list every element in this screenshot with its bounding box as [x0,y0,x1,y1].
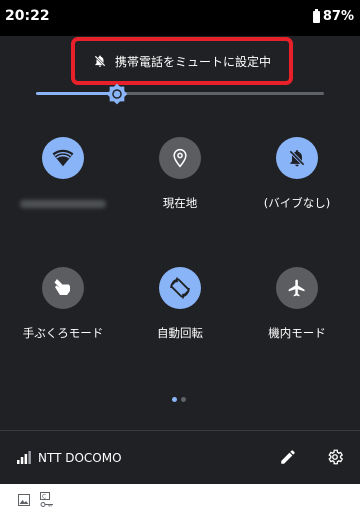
sound-mode-toggle[interactable] [276,137,318,179]
page-dot-active [172,397,177,402]
status-bar: 20:22 87% [0,0,360,36]
bell-off-icon [94,55,106,67]
bell-off-icon [289,150,305,167]
tile-location-label: 現在地 [162,196,198,210]
battery-indicator: 87% [312,8,354,24]
svg-text:C: C [42,494,46,501]
tile-airplane-mode[interactable]: 機内モード [237,267,357,341]
tile-wifi-label-redacted [20,200,106,208]
edit-pencil-icon[interactable] [279,448,297,466]
page-dot [181,397,186,402]
toast-message: 携帯電話をミュートに設定中 [114,54,271,69]
brightness-track-filled [36,92,117,95]
tile-wifi[interactable] [3,137,123,208]
wifi-toggle[interactable] [42,137,84,179]
wifi-icon [52,149,74,167]
brightness-slider[interactable] [36,83,326,105]
tile-location[interactable]: 現在地 [120,137,240,211]
tile-glove-mode[interactable]: 手ぶくろモード [3,267,123,341]
glove-mode-toggle[interactable] [42,267,84,309]
battery-icon [312,8,320,23]
auto-rotate-icon [170,277,190,299]
signal-icon [17,451,31,464]
image-icon [18,494,30,506]
quick-settings-footer: NTT DOCOMO [0,431,360,484]
airplane-icon [288,279,305,297]
tile-sound-mode-label: (バイブなし) [263,196,331,210]
battery-percent: 87% [322,9,354,24]
tile-auto-rotate-label: 自動回転 [157,326,203,340]
glove-hand-icon [54,279,70,295]
tile-glove-mode-label: 手ぶくろモード [22,326,104,340]
carrier-name: NTT DOCOMO [38,451,122,465]
brightness-thumb-icon[interactable] [106,83,128,105]
tile-airplane-mode-label: 機内モード [268,326,326,340]
tile-auto-rotate[interactable]: 自動回転 [120,267,240,341]
status-time: 20:22 [5,8,50,24]
location-toggle[interactable] [159,137,201,179]
airplane-mode-toggle[interactable] [276,267,318,309]
auto-rotate-toggle[interactable] [159,267,201,309]
mute-toast: 携帯電話をミュートに設定中 [71,37,293,85]
page-indicator[interactable] [172,397,186,402]
location-icon [173,148,187,168]
notification-icons: C [18,492,54,508]
key-card-icon: C [40,492,53,507]
brightness-track [117,92,324,95]
tile-sound-mode[interactable]: (バイブなし) [237,137,357,211]
settings-gear-icon[interactable] [326,448,344,466]
